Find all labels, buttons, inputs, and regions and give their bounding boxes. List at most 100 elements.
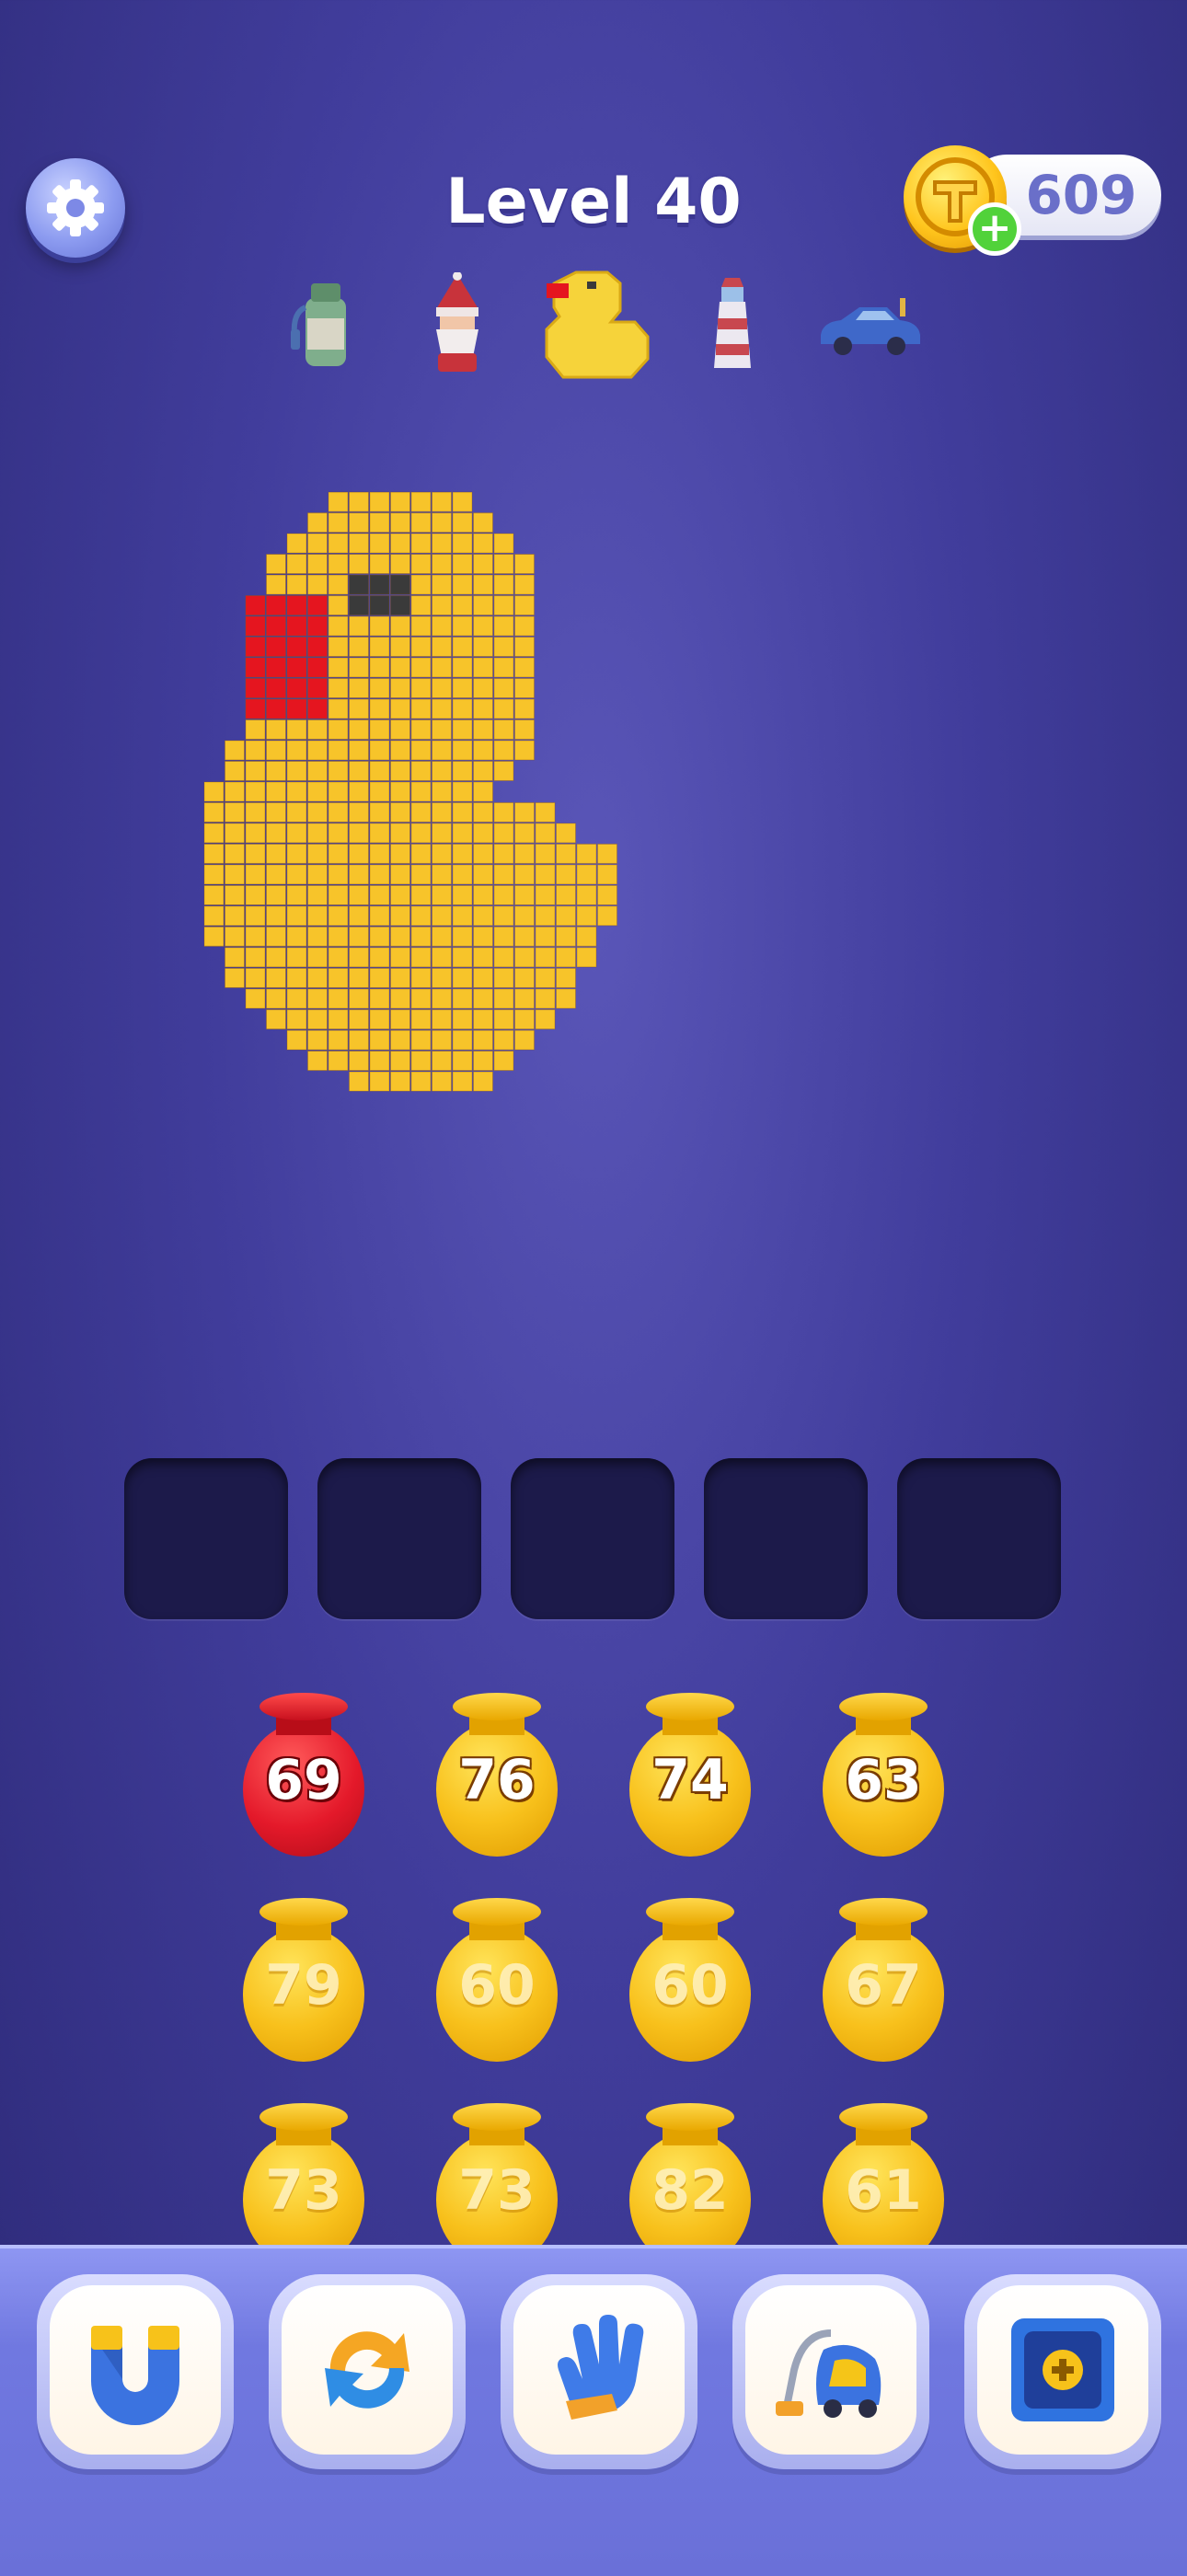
pixel-block xyxy=(349,719,369,740)
pixel-block xyxy=(535,844,556,864)
add-slot-icon xyxy=(1011,2318,1114,2421)
pixel-block xyxy=(556,864,576,885)
pixel-block xyxy=(514,926,535,947)
number-jar[interactable]: 76 xyxy=(432,1693,561,1858)
pixel-block xyxy=(369,1051,390,1071)
number-jar[interactable]: 63 xyxy=(819,1693,948,1858)
pixel-block xyxy=(328,574,349,595)
pixel-block xyxy=(286,761,307,781)
pixel-block xyxy=(473,657,493,678)
jar-lip xyxy=(259,1693,348,1720)
pixel-block xyxy=(307,968,328,988)
pixel-block xyxy=(473,1009,493,1029)
jar-lip xyxy=(646,1898,734,1926)
pixel-block xyxy=(307,740,328,761)
pixel-block xyxy=(266,678,286,698)
pixel-block xyxy=(349,574,369,595)
pixel-block xyxy=(349,678,369,698)
pixel-block xyxy=(349,698,369,719)
empty-slot xyxy=(511,1458,674,1619)
pixel-block xyxy=(266,574,286,595)
pixel-block xyxy=(307,947,328,968)
magnet-icon xyxy=(91,2326,179,2425)
pixel-block xyxy=(452,637,473,657)
pixel-block xyxy=(432,885,452,905)
glove-icon xyxy=(558,2315,644,2420)
pixel-block xyxy=(307,822,328,844)
jar-count: 60 xyxy=(458,1953,536,2018)
pixel-block xyxy=(266,781,286,802)
pixel-block xyxy=(349,1009,369,1029)
pixel-block xyxy=(266,988,286,1009)
number-jar[interactable]: 69 xyxy=(239,1693,368,1858)
pixel-block xyxy=(369,802,390,822)
pixel-block xyxy=(390,988,410,1009)
number-jar: 60 xyxy=(432,1898,561,2064)
pixel-block xyxy=(410,988,432,1009)
magnet-tool[interactable] xyxy=(37,2274,234,2469)
pixel-block xyxy=(514,719,535,740)
pixel-block xyxy=(369,885,390,905)
pixel-block xyxy=(369,719,390,740)
pixel-block xyxy=(266,844,286,864)
pixel-block xyxy=(225,802,245,822)
shuffle-tool[interactable] xyxy=(269,2274,466,2469)
pixel-block xyxy=(390,1009,410,1029)
pixel-block xyxy=(390,533,410,554)
pixel-block xyxy=(493,1029,514,1051)
pixel-block xyxy=(432,740,452,761)
pixel-block xyxy=(410,533,432,554)
number-jar[interactable]: 74 xyxy=(626,1693,755,1858)
pixel-block xyxy=(349,533,369,554)
pixel-block xyxy=(286,533,307,554)
pixel-block xyxy=(328,595,349,615)
pixel-block xyxy=(328,885,349,905)
pixel-block xyxy=(266,657,286,678)
pixel-block xyxy=(410,822,432,844)
pixel-block xyxy=(410,678,432,698)
pixel-block xyxy=(473,864,493,885)
pixel-block xyxy=(410,615,432,637)
pixel-block xyxy=(245,968,266,988)
pixel-block xyxy=(328,533,349,554)
pixel-block xyxy=(535,864,556,885)
pixel-block xyxy=(473,822,493,844)
pixel-block xyxy=(410,947,432,968)
pixel-block xyxy=(493,1009,514,1029)
pixel-block xyxy=(410,885,432,905)
pixel-block xyxy=(432,512,452,533)
pixel-block xyxy=(410,698,432,719)
jar-count: 69 xyxy=(265,1748,342,1812)
pixel-block xyxy=(328,905,349,926)
pixel-block xyxy=(432,1051,452,1071)
pixel-block xyxy=(369,781,390,802)
pixel-block xyxy=(410,657,432,678)
pixel-block xyxy=(452,822,473,844)
jar-count: 73 xyxy=(458,2158,536,2223)
pixel-block xyxy=(245,657,266,678)
pixel-block xyxy=(473,698,493,719)
pixel-block xyxy=(452,864,473,885)
jar-lip xyxy=(646,2103,734,2131)
pixel-block xyxy=(473,844,493,864)
pixel-block xyxy=(410,864,432,885)
add-slot-tool[interactable] xyxy=(964,2274,1161,2469)
number-jar: 82 xyxy=(626,2103,755,2269)
pixel-block xyxy=(349,947,369,968)
pixel-block xyxy=(432,844,452,864)
pixel-block xyxy=(369,761,390,781)
pixel-block xyxy=(349,1029,369,1051)
vacuum-tool[interactable] xyxy=(732,2274,929,2469)
pixel-block xyxy=(266,947,286,968)
pixel-block xyxy=(452,595,473,615)
pixel-block xyxy=(452,885,473,905)
glove-tool[interactable] xyxy=(501,2274,697,2469)
pixel-block xyxy=(493,864,514,885)
pixel-block xyxy=(266,905,286,926)
pixel-block xyxy=(432,637,452,657)
pixel-block xyxy=(328,968,349,988)
pixel-block xyxy=(390,491,410,512)
pixel-block xyxy=(576,844,597,864)
jar-lip xyxy=(259,2103,348,2131)
pixel-block xyxy=(493,740,514,761)
